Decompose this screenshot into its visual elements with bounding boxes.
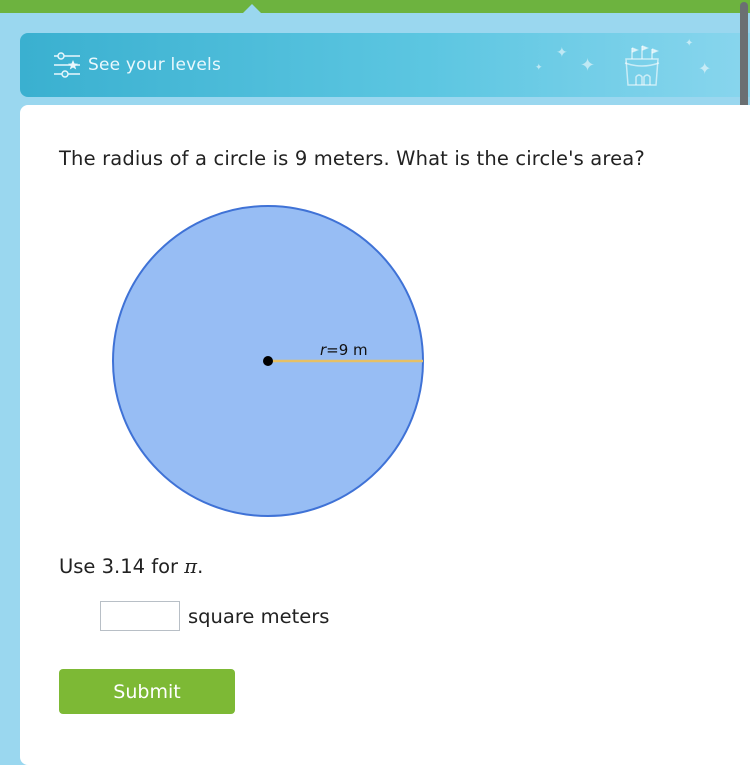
pi-symbol: π	[184, 555, 198, 578]
sparkle-icon: ✦	[685, 38, 694, 49]
sparkle-icon: ✦	[556, 45, 568, 61]
circle-figure: r=9 m	[112, 205, 424, 517]
sparkle-icon: ✦	[535, 63, 543, 73]
submit-button[interactable]: Submit	[59, 669, 235, 714]
radius-value-text: =9 m	[326, 341, 368, 359]
levels-slider-icon	[54, 52, 80, 78]
question-card: The radius of a circle is 9 meters. What…	[20, 105, 750, 765]
see-levels-link[interactable]: See your levels	[52, 51, 221, 79]
levels-banner: See your levels ✦ ✦ ✦ ✦ ✦	[20, 33, 750, 97]
radius-label: r=9 m	[320, 341, 368, 359]
unit-label: square meters	[188, 604, 330, 628]
sparkle-icon: ✦	[698, 59, 712, 78]
question-text: The radius of a circle is 9 meters. What…	[59, 147, 645, 170]
pi-note: Use 3.14 for π.	[59, 555, 203, 578]
answer-row: square meters	[100, 601, 329, 631]
pi-note-prefix: Use 3.14 for	[59, 555, 185, 578]
top-accent-bar	[0, 0, 750, 13]
area-answer-input[interactable]	[100, 601, 180, 631]
castle-icon	[624, 45, 660, 86]
center-point	[263, 356, 273, 366]
pi-note-suffix: .	[197, 555, 204, 578]
see-levels-label: See your levels	[88, 55, 222, 75]
sparkle-icon: ✦	[580, 55, 596, 76]
top-bar-notch	[243, 4, 261, 13]
